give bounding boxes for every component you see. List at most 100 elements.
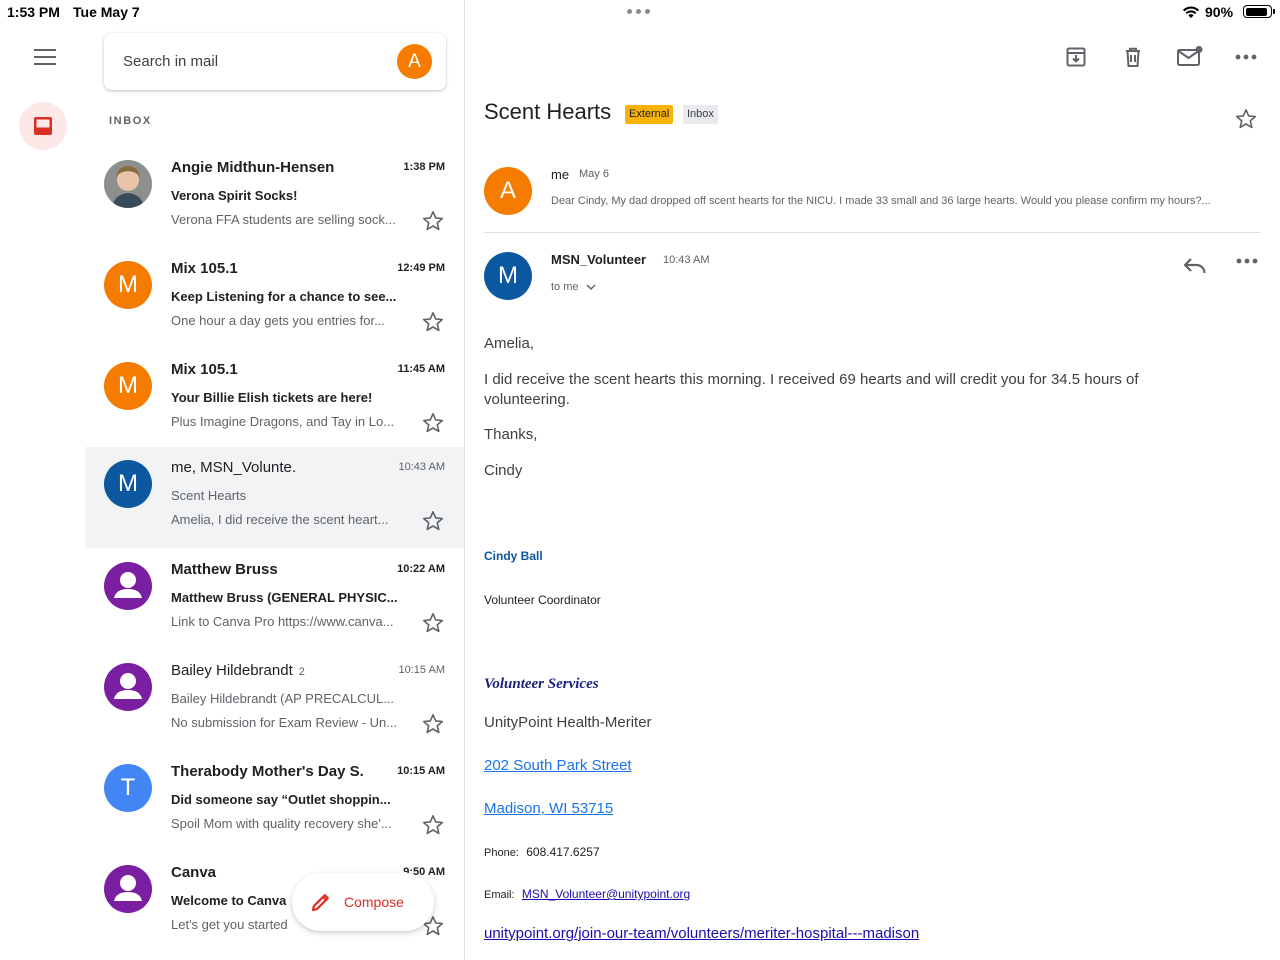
status-time: 1:53 PM xyxy=(7,4,60,20)
website-link[interactable]: unitypoint.org/join-our-team/volunteers/… xyxy=(484,925,919,942)
mail-list-item[interactable]: M Mix 105.1 11:45 AM Your Billie Elish tick… xyxy=(85,349,464,450)
mail-list-item[interactable]: Bailey Hildebrandt 2 10:15 AM Bailey Hildeb… xyxy=(85,650,464,751)
signature-organization: UnityPoint Health-Meriter xyxy=(484,714,652,731)
mail-time: 10:15 AM xyxy=(397,765,445,777)
account-avatar[interactable]: A xyxy=(397,44,432,79)
hamburger-menu-icon[interactable] xyxy=(26,42,64,72)
signature-role: Volunteer Coordinator xyxy=(484,593,601,607)
mail-time: 12:49 PM xyxy=(397,262,445,274)
star-icon[interactable] xyxy=(421,209,445,233)
inbox-rail-button[interactable] xyxy=(19,102,67,150)
star-icon[interactable] xyxy=(421,712,445,736)
compose-button[interactable]: Compose xyxy=(292,873,434,931)
mail-sender-name: Angie Midthun-Hensen xyxy=(171,159,335,176)
mail-snippet: One hour a day gets you entries for... xyxy=(171,313,385,328)
mail-time: 11:45 AM xyxy=(397,363,445,375)
wifi-icon xyxy=(1182,6,1200,18)
signature-name: Cindy Ball xyxy=(484,549,543,563)
mail-sender: Angie Midthun-Hensen xyxy=(171,159,334,176)
email-link[interactable]: MSN_Volunteer@unitypoint.org xyxy=(522,887,690,901)
sender-avatar: M xyxy=(104,460,152,508)
message-snippet[interactable]: Dear Cindy, My dad dropped off scent hea… xyxy=(551,195,1257,207)
multitasking-dots-icon[interactable] xyxy=(627,9,650,14)
mail-sender: Mix 105.1 xyxy=(171,260,238,277)
battery-percent: 90% xyxy=(1205,4,1234,20)
trash-icon[interactable] xyxy=(1119,43,1147,71)
pencil-icon xyxy=(311,894,329,912)
inbox-section-label: INBOX xyxy=(109,115,152,127)
reply-icon[interactable] xyxy=(1182,255,1208,277)
mark-unread-icon[interactable] xyxy=(1176,43,1204,71)
battery-icon xyxy=(1243,5,1275,18)
inbox-icon xyxy=(34,117,52,135)
search-bar[interactable]: Search in mail A xyxy=(104,33,446,90)
message-body-line: volunteering. xyxy=(484,391,570,408)
mail-list-item[interactable]: Matthew Bruss 10:22 AM Matthew Bruss (GENE… xyxy=(85,549,464,650)
status-bar: 1:53 PM Tue May 7 90% xyxy=(0,0,1280,24)
mail-sender: Therabody Mother's Day S. xyxy=(171,763,364,780)
phone-label: Phone: xyxy=(484,847,519,859)
star-icon[interactable] xyxy=(421,611,445,635)
message-thanks: Thanks, xyxy=(484,426,538,443)
recipient-details-toggle[interactable]: to me xyxy=(551,281,597,293)
message-body-line: I did receive the scent hearts this morn… xyxy=(484,371,1139,388)
mail-list-item[interactable]: Mme, MSN_Volunte. 10:43 AM Scent Hearts Ame… xyxy=(85,447,464,548)
mail-time: 10:22 AM xyxy=(397,563,445,575)
mail-sender-name: me, MSN_Volunte. xyxy=(171,459,297,476)
chevron-down-icon xyxy=(586,284,596,291)
pane-divider xyxy=(464,0,465,960)
sender-avatar: M xyxy=(484,252,532,300)
mail-subject: Verona Spirit Socks! xyxy=(171,188,298,203)
mail-subject: Scent Hearts xyxy=(171,488,247,503)
address-link[interactable]: 202 South Park Street xyxy=(484,757,632,774)
message-greeting: Amelia, xyxy=(484,335,535,352)
thread-count: 2 xyxy=(298,666,305,678)
archive-icon[interactable] xyxy=(1062,43,1090,71)
mail-time: 10:43 AM xyxy=(398,461,445,473)
sender-avatar: M xyxy=(104,362,152,410)
mail-snippet: No submission for Exam Review - Un... xyxy=(171,715,398,730)
star-icon[interactable] xyxy=(421,310,445,334)
message-date: May 6 xyxy=(579,168,609,180)
signature-email: Email: MSN_Volunteer@unitypoint.org xyxy=(484,887,690,901)
message-divider xyxy=(484,232,1261,233)
recipient-label: to me xyxy=(551,281,579,293)
mail-snippet: Verona FFA students are selling sock... xyxy=(171,212,396,227)
mail-sender: Mix 105.1 xyxy=(171,361,238,378)
person-avatar-icon xyxy=(104,562,152,610)
message-more-icon[interactable] xyxy=(1236,258,1258,264)
mail-subject: Did someone say “Outlet shoppin... xyxy=(171,792,391,807)
mail-subject: Bailey Hildebrandt (AP PRECALCUL... xyxy=(171,691,395,706)
external-badge: External xyxy=(625,105,674,124)
sender-avatar: M xyxy=(104,261,152,309)
mail-time: 1:38 PM xyxy=(403,161,445,173)
mail-subject: Matthew Bruss (GENERAL PHYSIC... xyxy=(171,590,398,605)
star-icon[interactable] xyxy=(1234,107,1258,131)
status-date: Tue May 7 xyxy=(73,4,140,20)
person-avatar-icon xyxy=(104,663,152,711)
phone-number[interactable]: 608.417.6257 xyxy=(526,845,599,859)
mail-list-item[interactable]: T Therabody Mother's Day S. 10:15 AM Did so… xyxy=(85,751,464,852)
mail-sender: Bailey Hildebrandt 2 xyxy=(171,662,305,679)
more-options-icon[interactable] xyxy=(1232,43,1260,71)
compose-label: Compose xyxy=(344,894,404,910)
mail-list-item[interactable]: M Mix 105.1 12:49 PM Keep Listening for a c… xyxy=(85,248,464,349)
message-signoff: Cindy xyxy=(484,462,523,479)
mail-snippet: Plus Imagine Dragons, and Tay in Lo... xyxy=(171,414,395,429)
email-label: Email: xyxy=(484,889,515,901)
star-icon[interactable] xyxy=(421,411,445,435)
mail-sender-name: Canva xyxy=(171,864,217,881)
message-sender[interactable]: MSN_Volunteer xyxy=(551,252,646,267)
inbox-badge[interactable]: Inbox xyxy=(683,105,718,124)
mail-snippet: Amelia, I did receive the scent heart... xyxy=(171,512,389,527)
star-icon[interactable] xyxy=(421,509,445,533)
search-input[interactable]: Search in mail xyxy=(123,53,218,70)
star-icon[interactable] xyxy=(421,813,445,837)
city-link[interactable]: Madison, WI 53715 xyxy=(484,800,613,817)
signature-phone: Phone: 608.417.6257 xyxy=(484,845,600,859)
mail-list-item[interactable]: Angie Midthun-Hensen 1:38 PM Verona Spirit… xyxy=(85,147,464,248)
mail-sender-name: Therabody Mother's Day S. xyxy=(171,763,364,780)
message-time: 10:43 AM xyxy=(663,254,710,266)
mail-sender: me, MSN_Volunte. xyxy=(171,459,296,476)
message-sender[interactable]: me xyxy=(551,167,569,182)
